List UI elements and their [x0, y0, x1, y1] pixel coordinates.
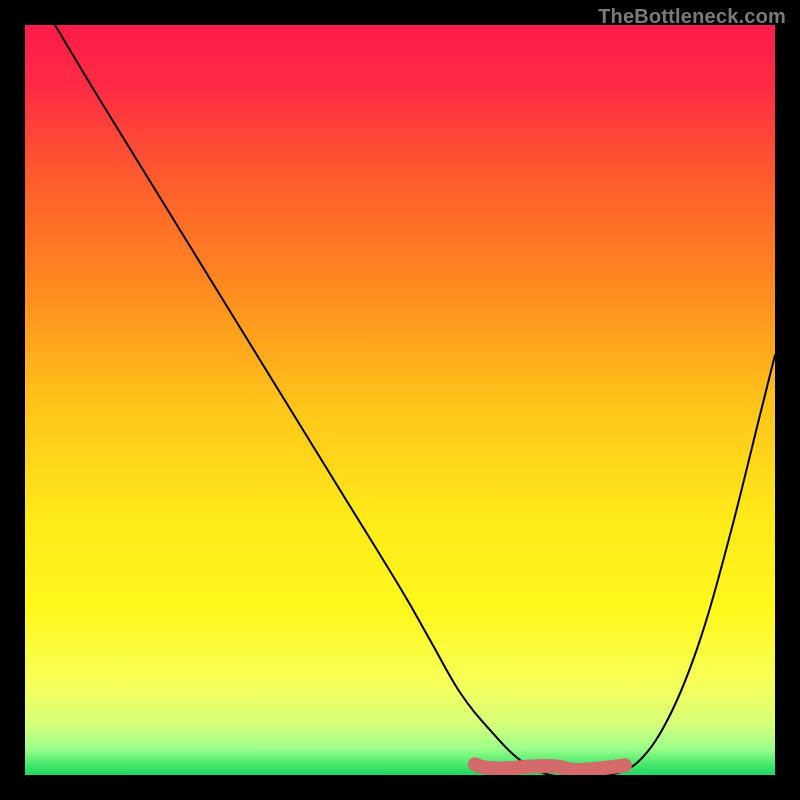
flat-segment-marker [475, 764, 625, 769]
chart-stage: TheBottleneck.com [0, 0, 800, 800]
chart-svg [25, 25, 775, 775]
gradient-background [25, 25, 775, 775]
plot-area [25, 25, 775, 775]
